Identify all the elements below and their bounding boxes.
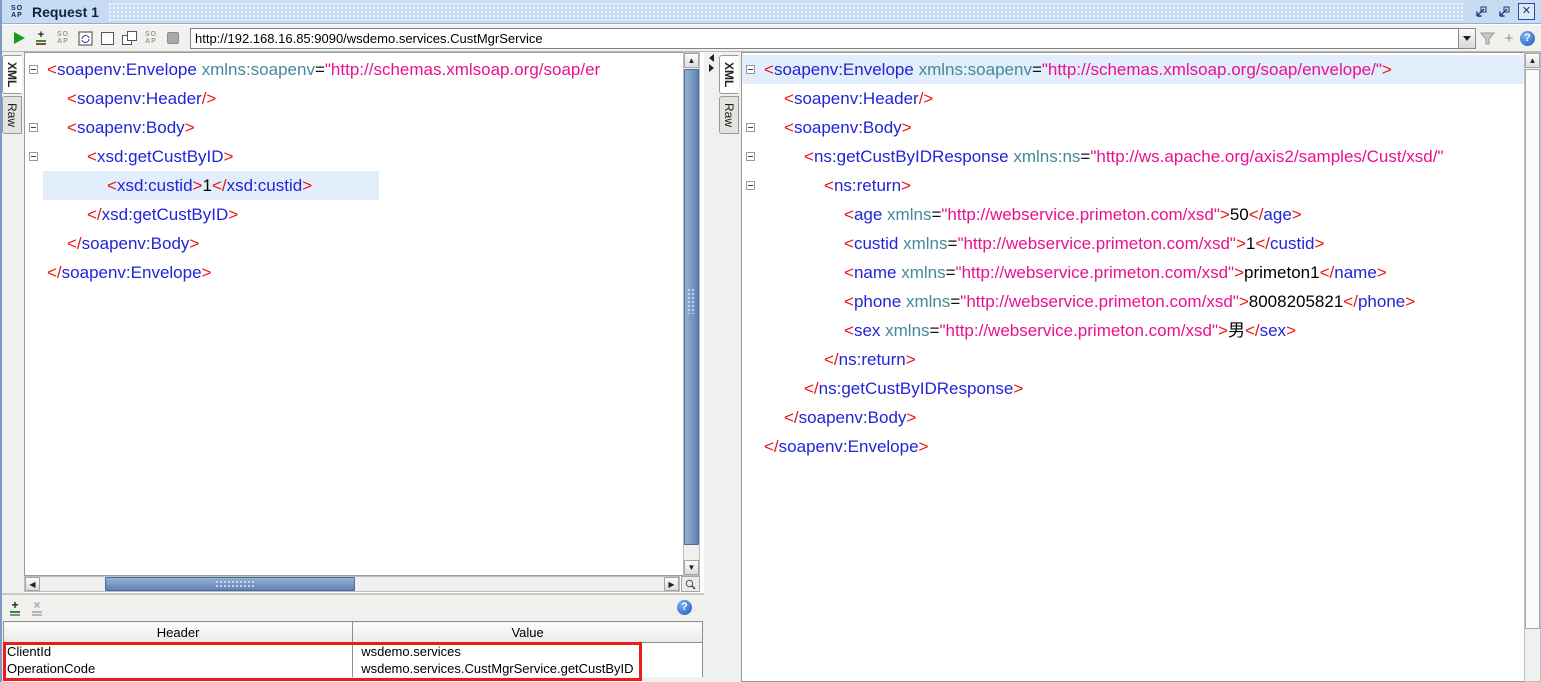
help-button[interactable]: ?	[1520, 31, 1535, 46]
cancel-button[interactable]	[162, 28, 184, 48]
scroll-thumb[interactable]	[684, 69, 699, 545]
response-pane: XML Raw <soapenv:Envelope xmlns:soapenv=…	[719, 52, 1541, 682]
split-divider[interactable]	[704, 52, 719, 682]
xml-line: <ns:getCustByIDResponse xmlns:ns="http:/…	[742, 142, 1524, 171]
scroll-up-icon[interactable]: ▲	[684, 53, 699, 68]
close-icon[interactable]: ✕	[1518, 3, 1535, 20]
request-vertical-scrollbar[interactable]: ▲ ▼	[683, 52, 700, 576]
header-row[interactable]: ClientIdwsdemo.services	[4, 643, 703, 660]
titlebar[interactable]: SOAP Request 1 ✕	[2, 0, 1541, 24]
url-dropdown-button[interactable]	[1458, 28, 1476, 49]
xml-line: </ns:return>	[742, 345, 1524, 374]
xml-line: <ns:return>	[742, 171, 1524, 200]
scroll-up-icon[interactable]: ▲	[1525, 53, 1540, 68]
clear-button[interactable]	[96, 28, 118, 48]
request-tabstrip: XML Raw	[2, 52, 24, 593]
xml-line: <soapenv:Envelope xmlns:soapenv="http://…	[25, 55, 683, 84]
soap-action-button[interactable]: SOAP	[140, 28, 162, 48]
response-tab-raw[interactable]: Raw	[719, 96, 739, 134]
minimize-icon[interactable]	[1472, 3, 1489, 20]
xml-line: <xsd:custid>1</xsd:custid>	[25, 171, 683, 200]
xml-line: <soapenv:Body>	[25, 113, 683, 142]
xml-line: <soapenv:Envelope xmlns:soapenv="http://…	[742, 55, 1524, 84]
scroll-left-icon[interactable]: ◀	[25, 577, 40, 591]
fold-toggle-icon[interactable]	[746, 123, 755, 132]
header-row[interactable]: OperationCodewsdemo.services.CustMgrServ…	[4, 660, 703, 677]
xml-line: <age xmlns="http://webservice.primeton.c…	[742, 200, 1524, 229]
fold-toggle-icon[interactable]	[746, 65, 755, 74]
xml-line: </soapenv:Body>	[25, 229, 683, 258]
headers-column-header[interactable]: Value	[353, 622, 703, 643]
restore-icon[interactable]	[1495, 3, 1512, 20]
scroll-thumb[interactable]	[105, 577, 355, 591]
headers-help-button[interactable]: ?	[677, 600, 692, 615]
xml-line: </ns:getCustByIDResponse>	[742, 374, 1524, 403]
filter-icon[interactable]	[1476, 28, 1498, 48]
scroll-down-icon[interactable]: ▼	[684, 560, 699, 575]
request-xml-editor[interactable]: <soapenv:Envelope xmlns:soapenv="http://…	[24, 52, 683, 576]
xml-line: </soapenv:Envelope>	[742, 432, 1524, 461]
add-to-testcase-button[interactable]: +	[30, 28, 52, 48]
fold-toggle-icon[interactable]	[29, 152, 38, 161]
xml-line: <soapenv:Body>	[742, 113, 1524, 142]
response-tabstrip: XML Raw	[719, 52, 741, 682]
fold-toggle-icon[interactable]	[746, 152, 755, 161]
fold-toggle-icon[interactable]	[29, 123, 38, 132]
soap-icon: SOAP	[8, 5, 26, 19]
scroll-right-icon[interactable]: ▶	[664, 577, 679, 591]
response-xml-editor[interactable]: <soapenv:Envelope xmlns:soapenv="http://…	[741, 52, 1524, 682]
add-header-button[interactable]: +	[10, 601, 20, 616]
xml-line: </soapenv:Envelope>	[25, 258, 683, 287]
remove-header-button[interactable]: ×	[32, 601, 42, 616]
xml-line: <xsd:getCustByID>	[25, 142, 683, 171]
xml-line: <name xmlns="http://webservice.primeton.…	[742, 258, 1524, 287]
request-horizontal-scrollbar[interactable]: ◀ ▶	[24, 576, 680, 592]
copy-button[interactable]	[118, 28, 140, 48]
fold-toggle-icon[interactable]	[746, 181, 755, 190]
request-window: SOAP Request 1 ✕ + SOAP SOAP	[0, 0, 1541, 682]
xml-line: <soapenv:Header/>	[742, 84, 1524, 113]
response-tab-xml[interactable]: XML	[719, 55, 739, 94]
recreate-request-button[interactable]: SOAP	[52, 28, 74, 48]
url-input[interactable]	[190, 28, 1458, 49]
reload-button[interactable]	[74, 28, 96, 48]
xml-line: <sex xmlns="http://webservice.primeton.c…	[742, 316, 1524, 345]
xml-line: <soapenv:Header/>	[25, 84, 683, 113]
collapse-right-icon[interactable]	[709, 64, 714, 72]
headers-toolbar: + × ?	[2, 595, 704, 621]
window-title: Request 1	[32, 4, 99, 20]
headers-table[interactable]: HeaderValue ClientIdwsdemo.servicesOpera…	[3, 621, 703, 677]
request-tab-xml[interactable]: XML	[2, 55, 22, 94]
headers-column-header[interactable]: Header	[4, 622, 353, 643]
run-button[interactable]	[8, 28, 30, 48]
request-pane: XML Raw <soapenv:Envelope xmlns:soapenv=…	[2, 52, 704, 593]
response-vertical-scrollbar[interactable]: ▲	[1524, 52, 1541, 682]
xml-line: </xsd:getCustByID>	[25, 200, 683, 229]
xml-line: </soapenv:Body>	[742, 403, 1524, 432]
request-toolbar: + SOAP SOAP + ?	[2, 25, 1541, 52]
headers-panel: + × ? HeaderValue ClientIdwsdemo.service…	[2, 593, 704, 682]
xml-line: <custid xmlns="http://webservice.primeto…	[742, 229, 1524, 258]
add-endpoint-button[interactable]: +	[1498, 28, 1520, 48]
titlebar-texture	[108, 2, 1465, 21]
fold-toggle-icon[interactable]	[29, 65, 38, 74]
scroll-thumb[interactable]	[1525, 69, 1540, 629]
headers-table-head: HeaderValue	[4, 622, 703, 643]
magnifier-icon[interactable]	[681, 576, 700, 592]
collapse-left-icon[interactable]	[709, 54, 714, 62]
request-tab-raw[interactable]: Raw	[2, 96, 22, 134]
xml-line: <phone xmlns="http://webservice.primeton…	[742, 287, 1524, 316]
